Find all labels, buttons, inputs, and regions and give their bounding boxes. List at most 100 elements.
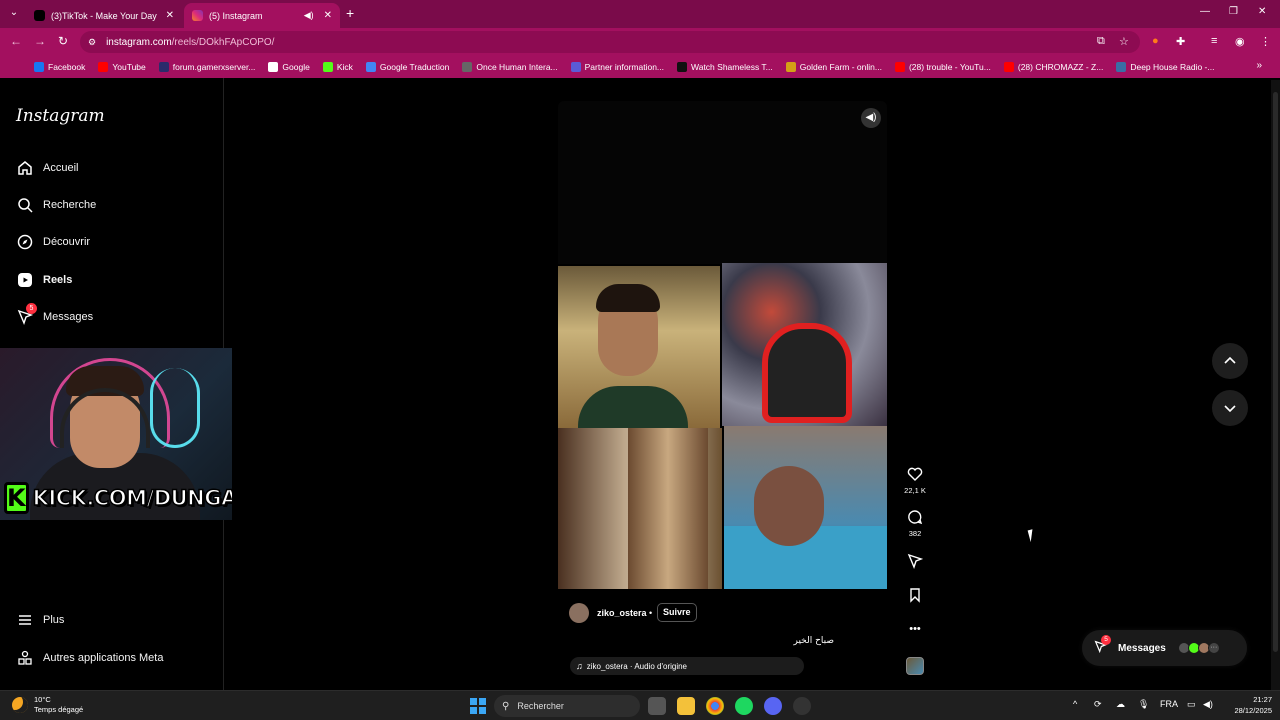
- bookmark-item[interactable]: Golden Farm - onlin...: [785, 62, 882, 72]
- page-scrollbar[interactable]: [1271, 80, 1280, 690]
- file-explorer-icon[interactable]: [677, 697, 695, 715]
- nav-accueil[interactable]: Accueil: [16, 159, 78, 177]
- bookmark-item[interactable]: Once Human Intera...: [462, 62, 558, 72]
- author-username[interactable]: ziko_ostera: [597, 608, 647, 618]
- bookmark-item[interactable]: Facebook: [34, 62, 85, 72]
- bookmark-item[interactable]: Kick: [322, 62, 353, 72]
- close-tab-icon[interactable]: ✕: [166, 10, 174, 21]
- nav-messages[interactable]: 5 Messages: [16, 303, 93, 326]
- clock-date: 28/12/2025: [1234, 706, 1272, 715]
- nav-label: Accueil: [43, 162, 79, 174]
- nav-meta-apps[interactable]: Autres applications Meta: [16, 649, 163, 667]
- weather-widget[interactable]: 10°C Temps dégagé: [12, 695, 83, 715]
- site-info-icon[interactable]: ⚙: [88, 37, 96, 48]
- install-app-icon[interactable]: ⧉: [1097, 35, 1105, 48]
- network-drive-icon[interactable]: ☁: [1116, 699, 1125, 710]
- address-bar[interactable]: ⚙ instagram.com/reels/DOkhFApCOPO/: [80, 31, 1140, 53]
- minimize-button[interactable]: —: [1200, 6, 1210, 17]
- bookmark-favicon-icon: [34, 62, 44, 72]
- nav-recherche[interactable]: Recherche: [16, 196, 96, 214]
- tab-instagram[interactable]: (5) Instagram ◀) ✕: [184, 3, 340, 28]
- reload-button[interactable]: ↻: [58, 34, 68, 48]
- bookmark-favicon-icon: [677, 62, 688, 72]
- audio-thumbnail[interactable]: [906, 657, 924, 675]
- sync-icon[interactable]: ⟳: [1094, 699, 1102, 710]
- browser-menu-icon[interactable]: ⋮: [1260, 35, 1271, 48]
- heart-icon: [898, 466, 932, 484]
- microphone-icon[interactable]: 🎙: [1138, 699, 1149, 710]
- moon-icon: [12, 697, 28, 713]
- bookmark-item[interactable]: YouTube: [98, 62, 146, 72]
- bookmark-favicon-icon: [1116, 62, 1127, 72]
- bookmark-item[interactable]: forum.gamerxserver...: [158, 62, 255, 72]
- bookmark-item[interactable]: Watch Shameless T...: [677, 62, 773, 72]
- profile-avatar[interactable]: ◉: [1235, 35, 1245, 48]
- media-control-icon[interactable]: ≡: [1211, 35, 1217, 47]
- follow-button[interactable]: Suivre: [657, 603, 697, 622]
- bookmark-label: Golden Farm - onlin...: [799, 62, 882, 72]
- save-button[interactable]: [898, 587, 932, 605]
- language-indicator[interactable]: FRA: [1160, 699, 1178, 709]
- like-button[interactable]: 22,1 K: [898, 466, 932, 495]
- reel-video[interactable]: ◀) ziko_ostera • Suivre صباح الخير ♫ zik…: [558, 101, 887, 688]
- nav-decouvrir[interactable]: Découvrir: [16, 233, 90, 251]
- more-bookmarks-icon[interactable]: »: [1256, 60, 1262, 71]
- speaker-icon[interactable]: ◀): [304, 10, 314, 21]
- share-button[interactable]: [898, 553, 932, 571]
- spotify-icon[interactable]: [735, 697, 753, 715]
- scrollbar-thumb[interactable]: [1273, 92, 1278, 652]
- audio-track[interactable]: ♫ ziko_ostera · Audio d'origine: [570, 657, 804, 675]
- messages-icon: 5: [1094, 635, 1111, 656]
- reel-info: ziko_ostera • Suivre صباح الخير ♫ ziko_o…: [558, 591, 887, 688]
- more-options-button[interactable]: •••: [898, 623, 932, 641]
- start-button[interactable]: [470, 698, 486, 714]
- instagram-logo[interactable]: Instagram: [16, 106, 105, 126]
- volume-tray-icon[interactable]: ◀): [1203, 699, 1213, 710]
- tray-expand-icon[interactable]: ^: [1073, 699, 1077, 709]
- volume-icon[interactable]: ◀): [861, 108, 881, 128]
- messages-badge: 5: [26, 303, 37, 314]
- kick-logo-icon: K: [4, 482, 29, 514]
- nav-reels[interactable]: Reels: [16, 271, 72, 289]
- discord-icon[interactable]: [764, 697, 782, 715]
- taskbar-search[interactable]: ⚲ Rechercher: [494, 695, 640, 717]
- bookmark-item[interactable]: Google: [268, 62, 310, 72]
- monitor-icon[interactable]: ▭: [1187, 699, 1196, 710]
- close-window-button[interactable]: ✕: [1258, 6, 1266, 17]
- forward-button[interactable]: →: [34, 34, 46, 48]
- bookmark-item[interactable]: (28) trouble - YouTu...: [894, 62, 991, 72]
- chrome-icon[interactable]: [706, 697, 724, 715]
- bookmark-icon: [898, 587, 932, 605]
- bookmark-label: YouTube: [112, 62, 146, 72]
- app-icon[interactable]: [793, 697, 811, 715]
- clock[interactable]: 21:27 28/12/2025: [1222, 694, 1272, 716]
- previous-reel-button[interactable]: [1212, 343, 1248, 379]
- bookmark-star-icon[interactable]: ☆: [1119, 35, 1129, 48]
- task-view-icon[interactable]: [648, 697, 666, 715]
- tab-tiktok[interactable]: (3)TikTok - Make Your Day ✕: [26, 3, 182, 28]
- author-avatar[interactable]: [569, 603, 589, 623]
- next-reel-button[interactable]: [1212, 390, 1248, 426]
- person-head: [754, 466, 824, 546]
- video-cell-top-left: [558, 266, 720, 428]
- tab-search-icon[interactable]: ⌄: [6, 5, 22, 21]
- weather-temp: 10°C: [34, 695, 51, 704]
- messages-badge: 5: [1101, 635, 1111, 645]
- messages-pill[interactable]: 5 Messages ···: [1082, 630, 1247, 666]
- bookmark-item[interactable]: Deep House Radio -...: [1116, 62, 1214, 72]
- comment-button[interactable]: 382: [898, 509, 932, 538]
- nav-plus[interactable]: Plus: [16, 611, 64, 629]
- close-tab-icon[interactable]: ✕: [324, 10, 332, 21]
- nav-label: Plus: [43, 614, 65, 626]
- extension-icon[interactable]: ●: [1152, 35, 1159, 47]
- video-cell-top-right: [722, 263, 887, 426]
- new-tab-button[interactable]: +: [346, 5, 354, 21]
- back-button[interactable]: ←: [10, 34, 22, 48]
- restore-button[interactable]: ❐: [1229, 6, 1238, 17]
- extensions-puzzle-icon[interactable]: ✚: [1176, 35, 1185, 48]
- bookmark-item[interactable]: Partner information...: [570, 62, 664, 72]
- reel-caption: صباح الخير: [793, 636, 834, 646]
- bookmark-item[interactable]: (28) CHROMAZZ - Z...: [1003, 62, 1103, 72]
- bookmark-item[interactable]: Google Traduction: [365, 62, 449, 72]
- home-icon: [16, 159, 34, 177]
